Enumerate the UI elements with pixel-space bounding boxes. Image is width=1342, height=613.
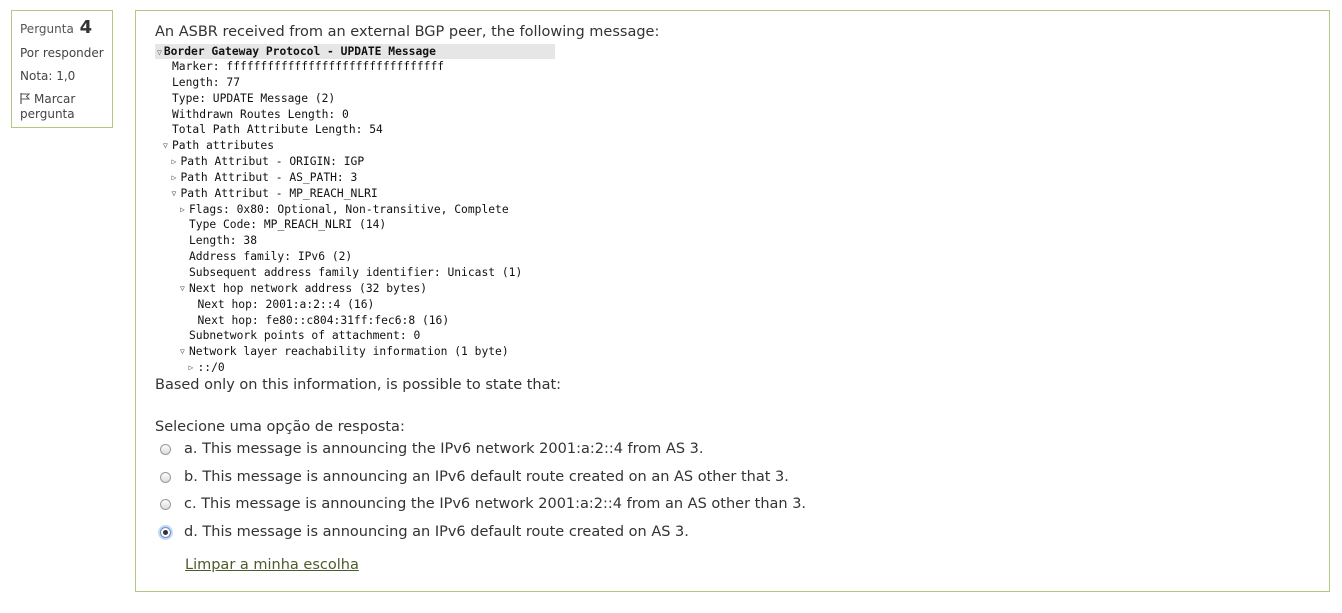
capture-line[interactable]: ▽ Network layer reachability information …: [155, 344, 555, 360]
capture-line-text: Type: UPDATE Message (2): [172, 91, 336, 105]
question-number-value: 4: [79, 17, 93, 38]
capture-header: ▽ Border Gateway Protocol - UPDATE Messag…: [155, 44, 555, 59]
capture-line-text: Path Attribut - MP_REACH_NLRI: [180, 186, 378, 200]
capture-line: Next hop: 2001:a:2::4 (16): [155, 297, 555, 313]
capture-line: Length: 38: [155, 233, 555, 249]
capture-line: Withdrawn Routes Length: 0: [155, 107, 555, 123]
capture-line-text: ::/0: [197, 361, 225, 375]
capture-line-text: Next hop network address (32 bytes): [189, 281, 428, 295]
answer-option[interactable]: b. This message is announcing an IPv6 de…: [160, 468, 789, 486]
answer-option[interactable]: c. This message is announcing the IPv6 n…: [160, 495, 806, 513]
question-label: Pergunta: [20, 22, 74, 36]
capture-line: Type Code: MP_REACH_NLRI (14): [155, 217, 555, 233]
answer-option-label[interactable]: a. This message is announcing the IPv6 n…: [184, 441, 703, 457]
capture-line-text: Length: 77: [172, 75, 241, 89]
capture-line[interactable]: ▽ Path Attribut - MP_REACH_NLRI: [155, 186, 555, 202]
capture-line-text: Network layer reachability information (…: [189, 345, 509, 359]
question-followup-text: Based only on this information, is possi…: [155, 377, 562, 393]
capture-line-text: Withdrawn Routes Length: 0: [172, 107, 349, 121]
capture-line: Subnetwork points of attachment: 0: [155, 328, 555, 344]
answer-option[interactable]: d. This message is announcing an IPv6 de…: [160, 523, 689, 541]
collapse-icon: ▽: [157, 48, 162, 57]
question-text: An ASBR received from an external BGP pe…: [155, 24, 660, 40]
capture-line-text: Length: 38: [189, 234, 258, 248]
capture-line-text: Next hop: 2001:a:2::4 (16): [197, 297, 375, 311]
expand-down-icon[interactable]: ▽: [172, 186, 177, 202]
capture-line-text: Path attributes: [172, 139, 275, 153]
expand-down-icon[interactable]: ▽: [180, 344, 185, 360]
question-number: Pergunta 4: [20, 17, 104, 38]
capture-lines: Marker: ffffffffffffffffffffffffffffffff…: [155, 59, 555, 376]
radio-button[interactable]: [160, 443, 171, 455]
question-grade: Nota: 1,0: [20, 69, 76, 83]
capture-line[interactable]: ▽ Next hop network address (32 bytes): [155, 281, 555, 297]
capture-line-text: Subsequent address family identifier: Un…: [189, 265, 523, 279]
radio-button[interactable]: [160, 526, 171, 538]
capture-line: Type: UPDATE Message (2): [155, 91, 555, 107]
capture-line: Next hop: fe80::c804:31ff:fec6:8 (16): [155, 313, 555, 329]
capture-line-text: Total Path Attribute Length: 54: [172, 123, 383, 137]
question-content: An ASBR received from an external BGP pe…: [135, 10, 1330, 592]
answer-option[interactable]: a. This message is announcing the IPv6 n…: [160, 440, 703, 458]
capture-line[interactable]: ▽ Path attributes: [155, 138, 555, 154]
capture-line-text: Type Code: MP_REACH_NLRI (14): [189, 218, 387, 232]
capture-header-text: Border Gateway Protocol - UPDATE Message: [163, 45, 436, 58]
answer-option-label[interactable]: b. This message is announcing an IPv6 de…: [184, 469, 789, 485]
capture-line: Total Path Attribute Length: 54: [155, 122, 555, 138]
radio-button[interactable]: [160, 498, 171, 510]
answer-option-label[interactable]: d. This message is announcing an IPv6 de…: [184, 524, 689, 540]
capture-line[interactable]: ▷ Path Attribut - AS_PATH: 3: [155, 170, 555, 186]
expand-down-icon[interactable]: ▽: [180, 281, 185, 297]
expand-right-icon[interactable]: ▷: [180, 202, 185, 218]
capture-line-text: Marker: ffffffffffffffffffffffffffffffff: [172, 60, 445, 73]
expand-right-icon[interactable]: ▷: [189, 360, 194, 376]
answer-option-label[interactable]: c. This message is announcing the IPv6 n…: [184, 496, 806, 512]
radio-button[interactable]: [160, 471, 171, 483]
capture-line: Subsequent address family identifier: Un…: [155, 265, 555, 281]
flag-icon: [20, 93, 31, 104]
capture-line[interactable]: ▷::/0: [155, 360, 555, 376]
capture-line: Length: 77: [155, 75, 555, 91]
capture-line[interactable]: ▷ Flags: 0x80: Optional, Non-transitive, …: [155, 202, 555, 218]
capture-line[interactable]: ▷ Path Attribut - ORIGIN: IGP: [155, 154, 555, 170]
capture-line: Marker: ffffffffffffffffffffffffffffffff: [155, 59, 555, 75]
capture-line-text: Subnetwork points of attachment: 0: [189, 329, 421, 343]
question-state: Por responder: [20, 46, 104, 60]
question-info-box: Pergunta 4 Por responder Nota: 1,0 Marca…: [11, 10, 113, 128]
capture-line-text: Next hop: fe80::c804:31ff:fec6:8 (16): [197, 313, 450, 327]
bgp-capture: ▽ Border Gateway Protocol - UPDATE Messag…: [155, 44, 555, 377]
expand-down-icon[interactable]: ▽: [163, 138, 168, 154]
clear-choice-link[interactable]: Limpar a minha escolha: [185, 557, 359, 573]
answer-prompt: Selecione uma opção de resposta:: [155, 419, 405, 435]
capture-line-text: Flags: 0x80: Optional, Non-transitive, C…: [189, 202, 509, 216]
capture-line: Address family: IPv6 (2): [155, 249, 555, 265]
capture-line-text: Address family: IPv6 (2): [189, 250, 353, 264]
expand-right-icon[interactable]: ▷: [172, 154, 177, 170]
flag-question-button[interactable]: Marcar pergunta: [20, 92, 104, 122]
capture-line-text: Path Attribut - ORIGIN: IGP: [180, 155, 365, 169]
expand-right-icon[interactable]: ▷: [172, 170, 177, 186]
capture-line-text: Path Attribut - AS_PATH: 3: [180, 170, 358, 184]
